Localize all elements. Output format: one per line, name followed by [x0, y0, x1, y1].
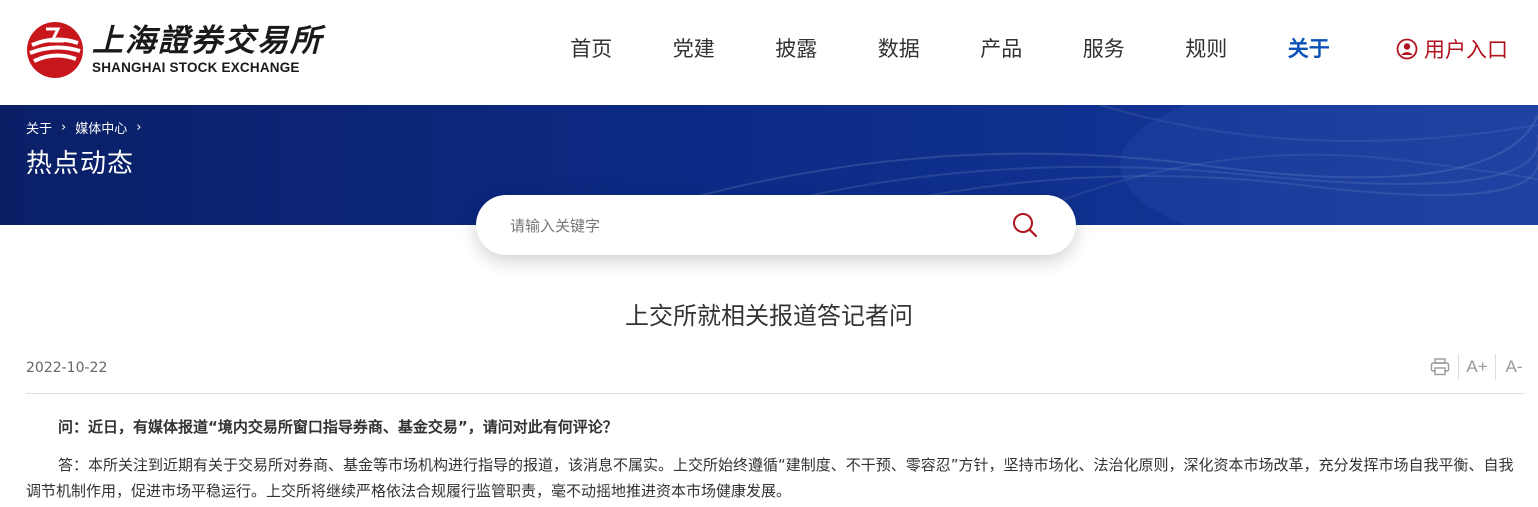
article-answer: 答：本所关注到近期有关于交易所对券商、基金等市场机构进行指导的报道，该消息不属实…: [26, 456, 1514, 500]
article-title: 上交所就相关报道答记者问: [625, 302, 913, 330]
logo-cn: 上海證券交易所: [92, 23, 323, 59]
nav-item-party[interactable]: 党建: [643, 32, 746, 66]
nav-item-products[interactable]: 产品: [950, 32, 1053, 66]
article-divider: [26, 393, 1525, 394]
nav-item-home[interactable]: 首页: [540, 32, 643, 66]
nav-item-disclosure[interactable]: 披露: [745, 32, 848, 66]
main-nav: 首页 党建 披露 数据 产品 服务 规则 关于: [540, 32, 1360, 66]
breadcrumb-item-about[interactable]: 关于: [26, 118, 52, 137]
print-button[interactable]: [1422, 352, 1458, 382]
sse-logo[interactable]: 上海證券交易所 SHANGHAI STOCK EXCHANGE: [26, 20, 323, 80]
logo-en: SHANGHAI STOCK EXCHANGE: [92, 60, 300, 75]
chevron-right-icon: ›: [136, 120, 142, 135]
user-entry-link[interactable]: 用户入口: [1396, 32, 1508, 66]
nav-item-services[interactable]: 服务: [1053, 32, 1156, 66]
user-entry-label: 用户入口: [1424, 38, 1508, 62]
sse-logo-icon: [27, 22, 83, 78]
breadcrumb-item-media[interactable]: 媒体中心: [75, 118, 127, 137]
article-date: 2022-10-22: [26, 360, 108, 376]
logo-text: 上海證券交易所 SHANGHAI STOCK EXCHANGE: [92, 24, 323, 76]
nav-item-data[interactable]: 数据: [848, 32, 951, 66]
breadcrumb: 关于 › 媒体中心 ›: [26, 118, 150, 137]
nav-item-rules[interactable]: 规则: [1155, 32, 1258, 66]
site-header: 上海證券交易所 SHANGHAI STOCK EXCHANGE 首页 党建 披露…: [0, 0, 1538, 105]
font-larger-button[interactable]: A+: [1459, 352, 1495, 382]
user-circle-icon: [1396, 38, 1418, 60]
search-input[interactable]: [508, 195, 972, 257]
font-smaller-button[interactable]: A-: [1496, 352, 1532, 382]
search-icon[interactable]: [1011, 211, 1039, 239]
print-icon: [1430, 358, 1450, 376]
chevron-right-icon: ›: [61, 120, 67, 135]
search-box: [476, 195, 1076, 257]
page-title: 热点动态: [26, 149, 135, 179]
article-tools: A+ A-: [1422, 352, 1532, 382]
article-question: 问：近日，有媒体报道“境内交易所窗口指导券商、基金交易”，请问对此有何评论？: [58, 418, 618, 436]
nav-item-about[interactable]: 关于: [1258, 32, 1361, 66]
